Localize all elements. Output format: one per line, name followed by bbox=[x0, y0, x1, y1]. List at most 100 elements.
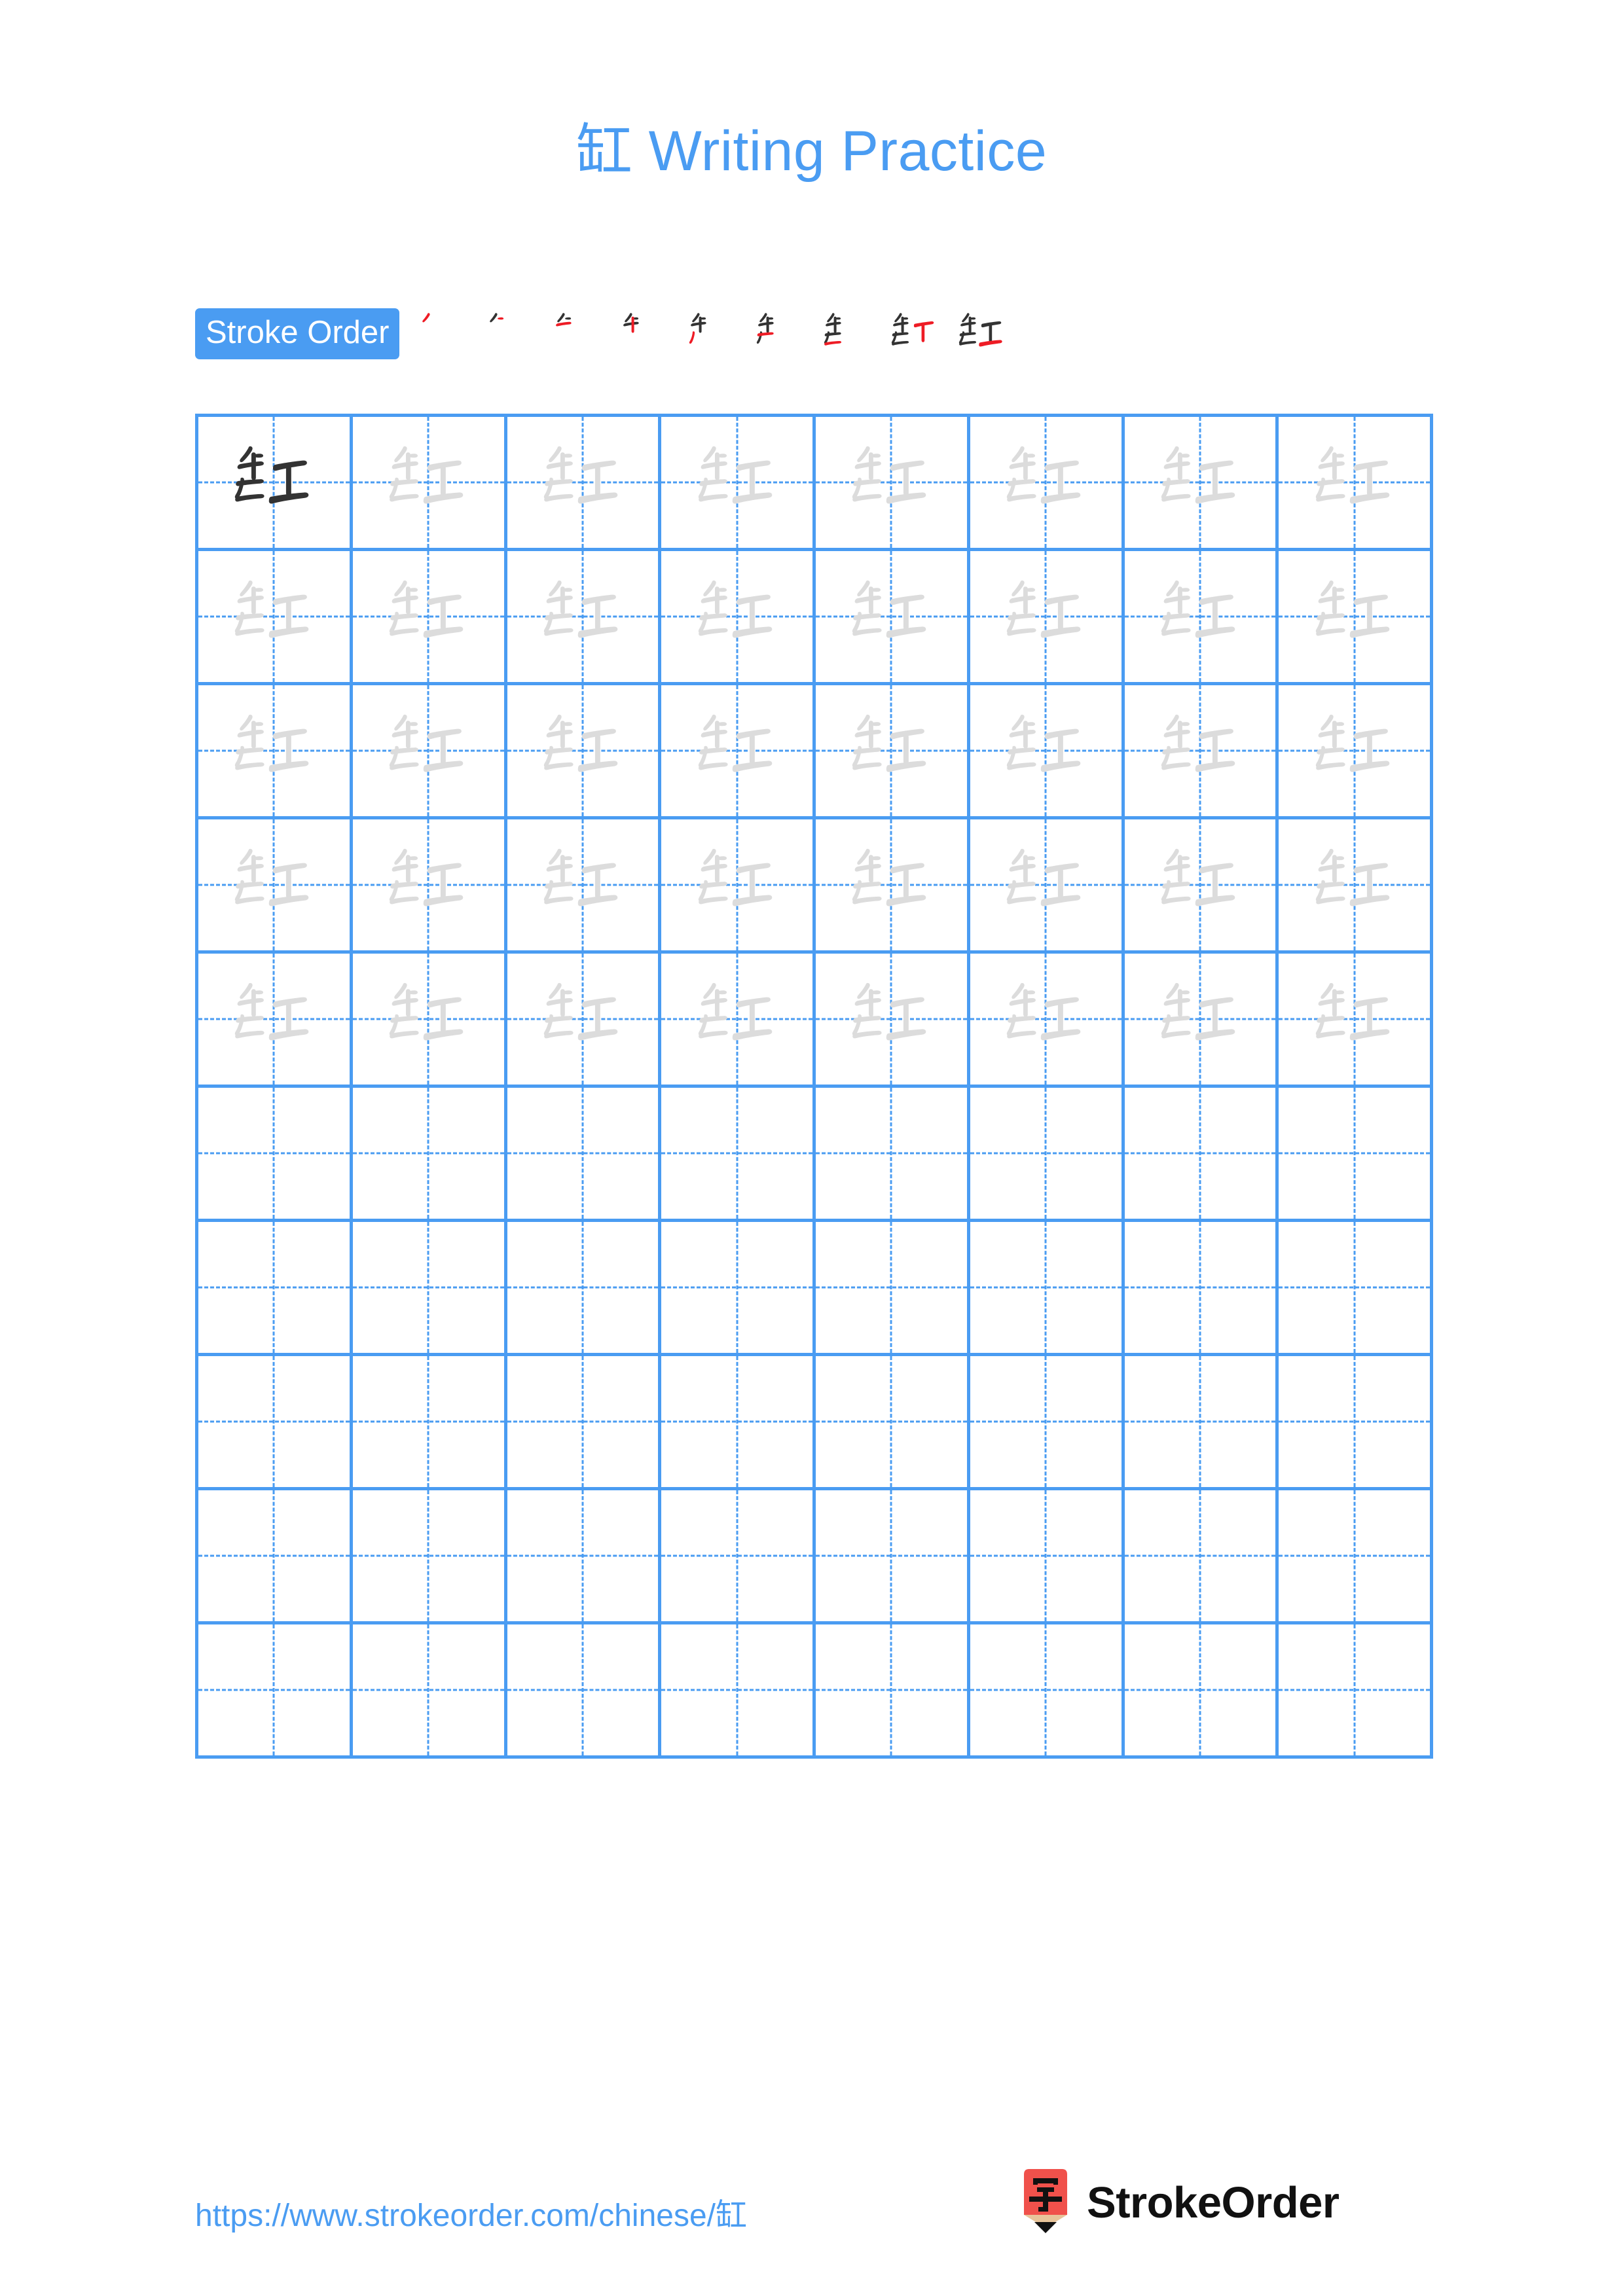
trace-character bbox=[1125, 819, 1276, 950]
practice-cell-6-3[interactable] bbox=[507, 1088, 662, 1222]
practice-cell-2-4[interactable] bbox=[661, 551, 816, 685]
stroke-order-step-2 bbox=[476, 300, 543, 368]
practice-cell-2-1[interactable] bbox=[198, 551, 353, 685]
practice-cell-5-4[interactable] bbox=[661, 954, 816, 1088]
trace-character bbox=[1279, 685, 1430, 816]
practice-cell-4-8[interactable] bbox=[1279, 819, 1433, 954]
practice-row bbox=[198, 417, 1433, 551]
practice-cell-10-4[interactable] bbox=[661, 1624, 816, 1759]
practice-cell-3-6[interactable] bbox=[970, 685, 1125, 819]
practice-cell-6-1[interactable] bbox=[198, 1088, 353, 1222]
trace-character bbox=[970, 551, 1122, 682]
practice-cell-3-1[interactable] bbox=[198, 685, 353, 819]
trace-character bbox=[507, 819, 659, 950]
practice-cell-3-8[interactable] bbox=[1279, 685, 1433, 819]
practice-row bbox=[198, 1624, 1433, 1759]
practice-cell-4-3[interactable] bbox=[507, 819, 662, 954]
practice-cell-7-6[interactable] bbox=[970, 1222, 1125, 1356]
practice-cell-2-2[interactable] bbox=[352, 551, 507, 685]
practice-cell-3-7[interactable] bbox=[1124, 685, 1279, 819]
practice-cell-9-4[interactable] bbox=[661, 1490, 816, 1624]
practice-cell-9-7[interactable] bbox=[1124, 1490, 1279, 1624]
practice-cell-4-6[interactable] bbox=[970, 819, 1125, 954]
practice-cell-6-2[interactable] bbox=[352, 1088, 507, 1222]
practice-cell-1-8[interactable] bbox=[1279, 417, 1433, 551]
practice-cell-7-1[interactable] bbox=[198, 1222, 353, 1356]
practice-cell-8-6[interactable] bbox=[970, 1356, 1125, 1490]
practice-cell-2-8[interactable] bbox=[1279, 551, 1433, 685]
practice-cell-4-1[interactable] bbox=[198, 819, 353, 954]
practice-cell-1-7[interactable] bbox=[1124, 417, 1279, 551]
trace-character bbox=[507, 551, 659, 682]
practice-cell-7-2[interactable] bbox=[352, 1222, 507, 1356]
practice-cell-10-8[interactable] bbox=[1279, 1624, 1433, 1759]
practice-cell-3-4[interactable] bbox=[661, 685, 816, 819]
practice-cell-5-1[interactable] bbox=[198, 954, 353, 1088]
practice-cell-1-1[interactable] bbox=[198, 417, 353, 551]
practice-cell-10-2[interactable] bbox=[352, 1624, 507, 1759]
practice-row bbox=[198, 954, 1433, 1088]
trace-character bbox=[198, 685, 350, 816]
practice-cell-8-3[interactable] bbox=[507, 1356, 662, 1490]
practice-cell-4-5[interactable] bbox=[816, 819, 970, 954]
trace-character bbox=[816, 685, 967, 816]
practice-cell-2-5[interactable] bbox=[816, 551, 970, 685]
practice-cell-5-2[interactable] bbox=[352, 954, 507, 1088]
practice-cell-7-7[interactable] bbox=[1124, 1222, 1279, 1356]
trace-character bbox=[507, 685, 659, 816]
practice-cell-8-1[interactable] bbox=[198, 1356, 353, 1490]
practice-cell-8-4[interactable] bbox=[661, 1356, 816, 1490]
practice-cell-6-6[interactable] bbox=[970, 1088, 1125, 1222]
practice-cell-8-5[interactable] bbox=[816, 1356, 970, 1490]
practice-cell-4-7[interactable] bbox=[1124, 819, 1279, 954]
practice-cell-2-3[interactable] bbox=[507, 551, 662, 685]
practice-cell-10-3[interactable] bbox=[507, 1624, 662, 1759]
practice-cell-4-2[interactable] bbox=[352, 819, 507, 954]
brand-logo-group[interactable]: StrokeOrder bbox=[1019, 2160, 1340, 2245]
practice-cell-1-6[interactable] bbox=[970, 417, 1125, 551]
practice-cell-3-2[interactable] bbox=[352, 685, 507, 819]
source-url-link[interactable]: https://www.strokeorder.com/chinese/缸 bbox=[195, 2189, 747, 2235]
practice-cell-2-6[interactable] bbox=[970, 551, 1125, 685]
practice-cell-9-6[interactable] bbox=[970, 1490, 1125, 1624]
practice-cell-6-5[interactable] bbox=[816, 1088, 970, 1222]
trace-character bbox=[353, 819, 504, 950]
practice-cell-1-3[interactable] bbox=[507, 417, 662, 551]
practice-cell-3-5[interactable] bbox=[816, 685, 970, 819]
practice-cell-7-4[interactable] bbox=[661, 1222, 816, 1356]
practice-cell-6-7[interactable] bbox=[1124, 1088, 1279, 1222]
practice-cell-7-3[interactable] bbox=[507, 1222, 662, 1356]
practice-cell-1-5[interactable] bbox=[816, 417, 970, 551]
practice-cell-5-8[interactable] bbox=[1279, 954, 1433, 1088]
practice-grid bbox=[195, 414, 1433, 1759]
practice-cell-7-8[interactable] bbox=[1279, 1222, 1433, 1356]
practice-cell-8-7[interactable] bbox=[1124, 1356, 1279, 1490]
trace-character bbox=[970, 685, 1122, 816]
practice-cell-2-7[interactable] bbox=[1124, 551, 1279, 685]
practice-cell-10-5[interactable] bbox=[816, 1624, 970, 1759]
practice-cell-5-5[interactable] bbox=[816, 954, 970, 1088]
practice-cell-9-5[interactable] bbox=[816, 1490, 970, 1624]
trace-character bbox=[816, 954, 967, 1085]
practice-cell-9-1[interactable] bbox=[198, 1490, 353, 1624]
practice-cell-1-4[interactable] bbox=[661, 417, 816, 551]
practice-cell-6-4[interactable] bbox=[661, 1088, 816, 1222]
trace-character bbox=[1125, 954, 1276, 1085]
practice-cell-8-2[interactable] bbox=[352, 1356, 507, 1490]
practice-cell-3-3[interactable] bbox=[507, 685, 662, 819]
practice-cell-1-2[interactable] bbox=[352, 417, 507, 551]
practice-cell-6-8[interactable] bbox=[1279, 1088, 1433, 1222]
practice-cell-5-7[interactable] bbox=[1124, 954, 1279, 1088]
practice-cell-10-1[interactable] bbox=[198, 1624, 353, 1759]
practice-cell-10-6[interactable] bbox=[970, 1624, 1125, 1759]
practice-cell-9-8[interactable] bbox=[1279, 1490, 1433, 1624]
practice-cell-5-6[interactable] bbox=[970, 954, 1125, 1088]
practice-cell-4-4[interactable] bbox=[661, 819, 816, 954]
practice-cell-9-2[interactable] bbox=[352, 1490, 507, 1624]
practice-cell-10-7[interactable] bbox=[1124, 1624, 1279, 1759]
practice-cell-5-3[interactable] bbox=[507, 954, 662, 1088]
practice-cell-9-3[interactable] bbox=[507, 1490, 662, 1624]
practice-cell-8-8[interactable] bbox=[1279, 1356, 1433, 1490]
practice-cell-7-5[interactable] bbox=[816, 1222, 970, 1356]
trace-character bbox=[970, 417, 1122, 548]
